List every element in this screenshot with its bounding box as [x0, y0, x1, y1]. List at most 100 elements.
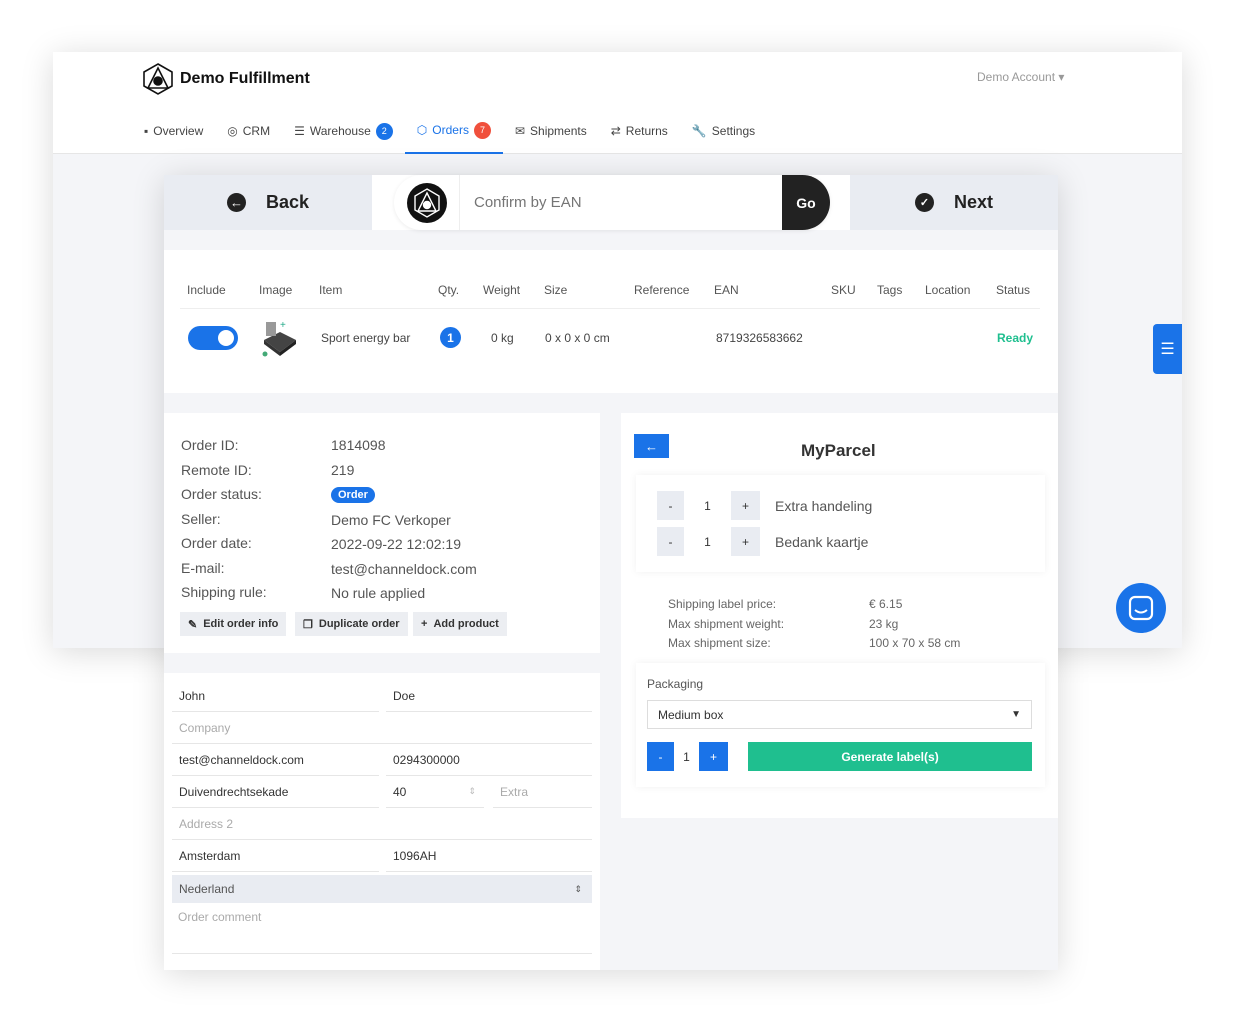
nav-overview[interactable]: ▪ Overview: [144, 120, 215, 154]
decrement-button[interactable]: -: [657, 491, 684, 520]
next-button[interactable]: ✓ Next: [850, 175, 1058, 230]
arrows-icon: ⇄: [610, 124, 621, 138]
carrier-back-button[interactable]: ←: [634, 434, 669, 458]
extra-field[interactable]: Extra: [493, 776, 592, 808]
increment-button[interactable]: +: [731, 527, 760, 556]
th-tags: Tags: [877, 283, 903, 297]
item-status: Ready: [997, 331, 1034, 345]
ean-bar: Go: [394, 175, 830, 230]
nav-settings[interactable]: 🔧 Settings: [680, 120, 767, 154]
th-include: Include: [187, 283, 226, 297]
brand[interactable]: Demo Fulfillment: [142, 62, 310, 96]
item-size: 0 x 0 x 0 cm: [545, 331, 610, 345]
option-label: Extra handeling: [775, 498, 873, 514]
add-product-button[interactable]: + Add product: [413, 612, 507, 636]
th-status: Status: [996, 283, 1031, 297]
options-box: [636, 475, 1045, 572]
remote-id: 219: [331, 461, 355, 478]
box-icon: ⬡: [416, 123, 428, 137]
info-value: 100 x 70 x 58 cm: [869, 636, 961, 650]
add-label: Add product: [433, 618, 499, 630]
increment-button[interactable]: +: [699, 742, 728, 771]
decrement-button[interactable]: -: [647, 742, 674, 771]
info-value: 23 kg: [869, 616, 899, 631]
nav-label: Orders: [432, 123, 469, 137]
ean-input[interactable]: [460, 194, 782, 211]
address2-field[interactable]: Address 2: [172, 808, 592, 840]
zip-field[interactable]: 1096AH: [386, 840, 592, 872]
option-qty[interactable]: 1: [684, 491, 731, 520]
filter-tab[interactable]: ☰: [1153, 324, 1182, 374]
envelope-icon: ✉: [514, 124, 526, 138]
option-qty[interactable]: 1: [684, 527, 731, 556]
first-name-field[interactable]: John: [172, 680, 379, 712]
order-status-badge: Order: [331, 487, 375, 503]
label-remote-id: Remote ID:: [181, 461, 252, 478]
nav-warehouse[interactable]: ☰ Warehouse 2: [282, 120, 405, 154]
check-circle-icon: ✓: [914, 193, 934, 212]
info-label: Shipping label price:: [668, 597, 777, 611]
th-ean: EAN: [714, 283, 739, 297]
house-number-field[interactable]: 40 ⇕: [386, 776, 484, 808]
svg-text:+: +: [280, 320, 286, 331]
label-shipping-rule: Shipping rule:: [181, 584, 267, 600]
seller: Demo FC Verkoper: [331, 511, 451, 528]
label-seller: Seller:: [181, 510, 221, 527]
plus-icon: +: [421, 618, 428, 630]
back-button[interactable]: ← Back: [164, 175, 372, 230]
nav-shipments[interactable]: ✉ Shipments: [503, 120, 599, 154]
th-qty: Qty.: [438, 283, 460, 297]
include-toggle[interactable]: [188, 326, 238, 350]
spinner-icon[interactable]: ⇕: [468, 786, 476, 797]
sliders-icon: ☰: [1160, 341, 1175, 358]
nav-label: Settings: [711, 124, 756, 138]
account-label: Demo Account: [977, 70, 1056, 84]
packaging-label: Packaging: [647, 677, 704, 691]
company-field[interactable]: Company: [172, 712, 592, 744]
order-id: 1814098: [331, 437, 386, 453]
label-qty[interactable]: 1: [674, 742, 699, 771]
edit-order-button[interactable]: ✎ Edit order info: [180, 612, 287, 636]
nav-orders[interactable]: ⬡ Orders 7: [404, 120, 503, 154]
th-reference: Reference: [634, 283, 690, 297]
city-field[interactable]: Amsterdam: [172, 840, 379, 872]
packaging-value: Medium box: [658, 707, 724, 722]
info-value: € 6.15: [869, 597, 903, 611]
order-date: 2022-09-22 12:02:19: [331, 536, 461, 552]
next-label: Next: [953, 192, 993, 212]
qty-badge: 1: [440, 327, 461, 348]
nav-crm[interactable]: ◎ CRM: [215, 120, 282, 154]
order-labels: Order ID: Remote ID: Order status: Selle…: [181, 433, 267, 605]
wrench-icon: 🔧: [691, 124, 707, 138]
chat-button[interactable]: [1116, 583, 1166, 633]
grid-icon: ▪: [144, 124, 149, 138]
decrement-button[interactable]: -: [657, 527, 684, 556]
email-field[interactable]: test@channeldock.com: [172, 744, 379, 776]
edit-icon: ✎: [188, 618, 198, 631]
scan-logo-icon: [394, 175, 460, 230]
label-order-id: Order ID:: [181, 437, 239, 453]
th-sku: SKU: [831, 283, 856, 297]
nav-label: Overview: [153, 124, 204, 138]
th-item: Item: [319, 283, 343, 297]
last-name-field[interactable]: Doe: [386, 680, 592, 712]
house-number: 40: [393, 784, 407, 799]
packaging-select[interactable]: Medium box ▼: [647, 700, 1032, 729]
nav-returns[interactable]: ⇄ Returns: [599, 120, 680, 154]
phone-field[interactable]: 0294300000: [386, 744, 592, 776]
label-email: E-mail:: [181, 559, 225, 576]
chat-icon: [1128, 595, 1154, 621]
order-comment-field[interactable]: Order comment: [172, 910, 592, 954]
th-size: Size: [544, 283, 568, 297]
select-arrows-icon: ⇕: [574, 883, 582, 894]
country-select[interactable]: Nederland ⇕: [172, 875, 592, 903]
account-menu[interactable]: Demo Account ▾: [977, 70, 1064, 84]
list-icon: ☰: [294, 124, 305, 138]
generate-labels-button[interactable]: Generate label(s): [748, 742, 1032, 771]
country-value: Nederland: [179, 882, 235, 896]
item-name[interactable]: Sport energy bar: [321, 331, 410, 345]
duplicate-order-button[interactable]: ❐ Duplicate order: [295, 612, 408, 636]
increment-button[interactable]: +: [731, 491, 760, 520]
main-nav: ▪ Overview ◎ CRM ☰ Warehouse 2 ⬡ Orders 7 ✉ Shi…: [144, 120, 767, 154]
street-field[interactable]: Duivendrechtsekade: [172, 776, 379, 808]
